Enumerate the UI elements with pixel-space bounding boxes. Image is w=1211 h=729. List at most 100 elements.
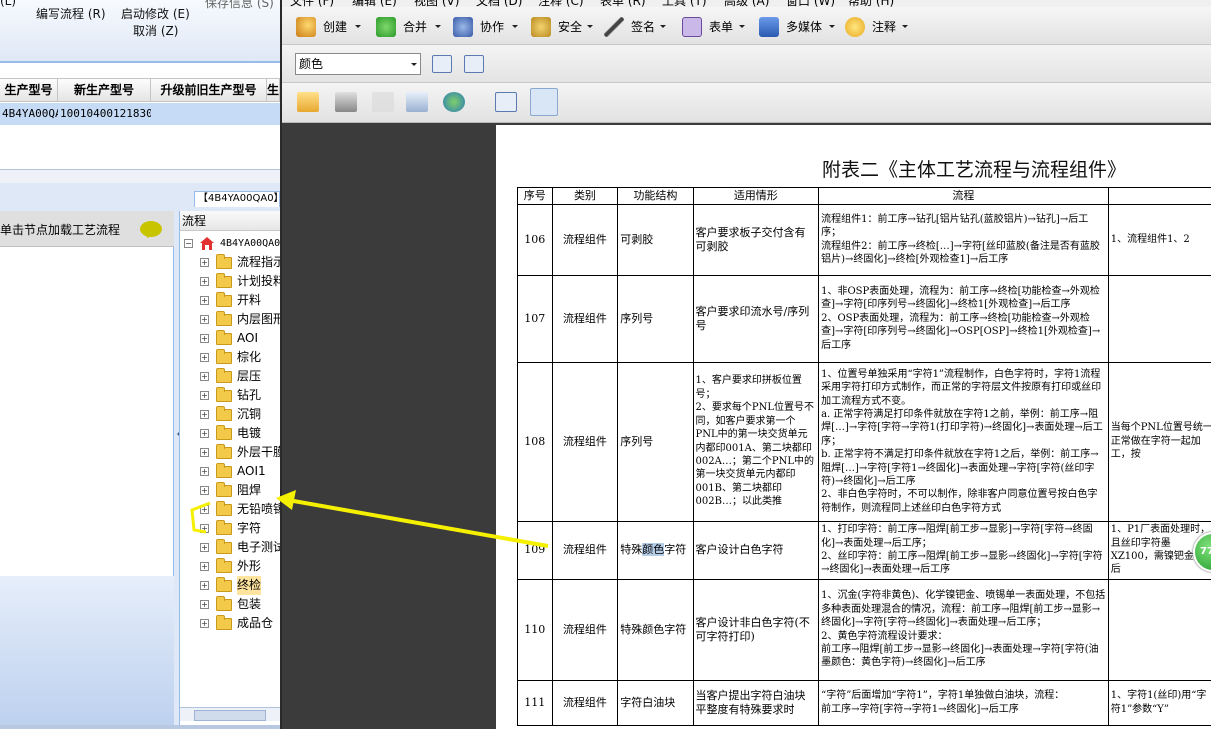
tree-node[interactable]: + AOI1 (180, 462, 280, 481)
pdf-menu-item[interactable]: 工具 (T) (662, 0, 707, 7)
col-partial[interactable]: 生 (267, 79, 280, 101)
expand-toggle-icon[interactable]: + (200, 448, 209, 457)
pdf-menu-item[interactable]: 表单 (R) (600, 0, 646, 7)
collapse-toggle-icon[interactable]: − (184, 239, 193, 248)
pdf-menu-item[interactable]: 帮助 (H) (848, 0, 894, 7)
tree-hscrollbar[interactable] (180, 707, 280, 721)
pdf-menu-item[interactable]: 文档 (D) (476, 0, 522, 7)
fit-page-icon[interactable] (530, 88, 558, 116)
cell-no: 108 (517, 361, 553, 522)
table-row: 106 流程组件 可剥胶 客户要求板子交付含有可剥胶 流程组件1：前工序→钻孔[… (517, 203, 1211, 276)
tree-node[interactable]: + 计划投料 (180, 272, 280, 291)
expand-toggle-icon[interactable]: + (200, 353, 209, 362)
pdf-menu-item[interactable]: 文件 (F) (290, 0, 334, 7)
expand-toggle-icon[interactable]: + (200, 486, 209, 495)
open-folder-icon[interactable] (297, 92, 319, 112)
tree-node[interactable]: + 内层图形 (180, 310, 280, 329)
tree-node[interactable]: + 电镀 (180, 424, 280, 443)
select-next-icon[interactable] (464, 55, 484, 73)
tree-node[interactable]: + 终检 (180, 576, 280, 595)
tree-node-label: 棕化 (237, 350, 262, 364)
pdf-menu-item[interactable]: 注释 (C) (538, 0, 584, 7)
menu-edit-flow[interactable]: 编写流程 (R) (36, 5, 106, 22)
menu-partial-item[interactable]: (L) (0, 0, 16, 8)
function-text-pre: 特殊 (620, 543, 643, 557)
expand-toggle-icon[interactable]: + (200, 296, 209, 305)
select-prev-icon[interactable] (432, 55, 452, 73)
expand-toggle-icon[interactable]: + (200, 562, 209, 571)
expand-toggle-icon[interactable]: + (200, 429, 209, 438)
expand-toggle-icon[interactable]: + (200, 600, 209, 609)
expand-toggle-icon[interactable]: + (200, 410, 209, 419)
folder-icon (216, 368, 232, 383)
pdf-menu-item[interactable]: 高级 (A) (724, 0, 769, 7)
tree-node[interactable]: + 钻孔 (180, 386, 280, 405)
print-icon[interactable] (335, 92, 357, 112)
cell-production-model: 4B4YA00QA0 (2, 107, 58, 120)
tree-node[interactable]: + 开料 (180, 291, 280, 310)
tree-node[interactable]: + 沉铜 (180, 405, 280, 424)
tree-root-node[interactable]: − 4B4YA00QA0 (180, 234, 280, 253)
tree-node[interactable]: + 棕化 (180, 348, 280, 367)
tree-node[interactable]: + 电子测试 (180, 538, 280, 557)
multimedia-label: 多媒体 (786, 20, 823, 34)
expand-toggle-icon[interactable]: + (200, 334, 209, 343)
col-old-production-model[interactable]: 升级前旧生产型号 (151, 79, 267, 101)
pdf-menu-item[interactable]: 编辑 (E) (352, 0, 397, 7)
menu-cancel[interactable]: 取消 (Z) (133, 22, 178, 39)
save-icon[interactable] (372, 92, 394, 112)
tree-node[interactable]: + 外形 (180, 557, 280, 576)
menu-save-info[interactable]: 保存信息 (S) (205, 0, 274, 11)
cell-extra (1107, 274, 1211, 363)
tree-node-label: 电子测试 (237, 540, 280, 554)
table-row: 111 流程组件 字符白油块 当客户提出字符白油块平整度有特殊要求时 “字符”后… (517, 679, 1211, 726)
sign-label: 签名 (631, 20, 656, 34)
expand-toggle-icon[interactable]: + (200, 619, 209, 628)
cell-flow: 1、非OSP表面处理，流程为：前工序→终检[功能检查→外观检查]→字符[印序列号… (818, 274, 1109, 363)
tree-node[interactable]: + 字符 (180, 519, 280, 538)
expand-toggle-icon[interactable]: + (200, 258, 209, 267)
cell-old-production-model (151, 103, 267, 125)
tree-node[interactable]: + 包装 (180, 595, 280, 614)
speech-bubble-icon[interactable] (140, 221, 162, 238)
tree-node[interactable]: + 外层干膜 (180, 443, 280, 462)
expand-toggle-icon[interactable]: + (200, 315, 209, 324)
menu-start-modify[interactable]: 启动修改 (E) (121, 5, 190, 22)
fit-width-icon[interactable] (495, 92, 517, 112)
expand-toggle-icon[interactable]: + (200, 581, 209, 590)
expand-toggle-icon[interactable]: + (200, 505, 209, 514)
col-new-production-model[interactable]: 新生产型号 (58, 79, 151, 101)
tree-node-label: 电镀 (237, 426, 262, 440)
expand-toggle-icon[interactable]: + (200, 277, 209, 286)
chevron-down-icon (902, 25, 908, 31)
cell-function: 特殊颜色字符 (617, 578, 694, 681)
expand-toggle-icon[interactable]: + (200, 372, 209, 381)
tree-node-label: 沉铜 (237, 407, 262, 421)
expand-toggle-icon[interactable]: + (200, 543, 209, 552)
tree-node[interactable]: + AOI (180, 329, 280, 348)
pdf-menu-item[interactable]: 窗口 (W) (786, 0, 835, 7)
folder-icon (216, 387, 232, 402)
email-icon[interactable] (406, 92, 428, 112)
tree-node[interactable]: + 无铅喷锡 (180, 500, 280, 519)
expand-toggle-icon[interactable]: + (200, 467, 209, 476)
tree-node[interactable]: + 流程指示 (180, 253, 280, 272)
pdf-menu-item[interactable]: 视图 (V) (414, 0, 459, 7)
tree-node[interactable]: + 成品仓 (180, 614, 280, 633)
folder-icon (216, 539, 232, 554)
expand-toggle-icon[interactable]: + (200, 391, 209, 400)
table-row: 109 流程组件 特殊颜色字符 客户设计白色字符 1、打印字符：前工序→阻焊[前… (517, 520, 1211, 580)
chevron-down-icon (355, 25, 361, 31)
table-header-row: 序号 类别 功能结构 适用情形 流程 (517, 187, 1211, 205)
col-production-model[interactable]: 生产型号 (0, 79, 58, 101)
color-select[interactable]: 颜色 (295, 53, 421, 75)
create-icon (296, 17, 316, 37)
tree-node-label: 层压 (237, 369, 262, 383)
tree-node[interactable]: + 层压 (180, 367, 280, 386)
upload-icon[interactable] (443, 92, 465, 112)
grid-hscrollbar[interactable] (0, 169, 280, 183)
tree-node[interactable]: + 阻焊 (180, 481, 280, 500)
expand-toggle-icon[interactable]: + (200, 524, 209, 533)
table-row[interactable]: 4B4YA00QA0 10010400121830 (0, 103, 280, 125)
product-code-tab[interactable]: 【4B4YA00QA0】 (194, 191, 280, 207)
